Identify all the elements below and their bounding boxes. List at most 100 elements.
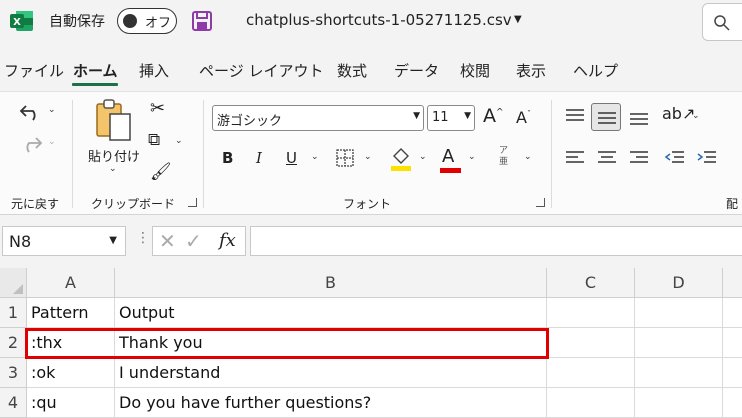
- tab-review[interactable]: 校閲: [460, 60, 490, 81]
- align-right-icon[interactable]: [628, 149, 650, 167]
- undo-group-label: 元に戻す: [11, 197, 60, 211]
- font-color-dropdown-icon[interactable]: ⌄: [468, 152, 476, 162]
- phonetic-guide-icon[interactable]: ア亜: [499, 146, 508, 168]
- row-header-3[interactable]: 3: [0, 358, 27, 388]
- underline-button[interactable]: U: [286, 149, 297, 167]
- borders-icon[interactable]: [335, 148, 355, 168]
- borders-dropdown-icon[interactable]: ⌄: [364, 152, 372, 162]
- formula-buttons: ✕ ✓ fx: [152, 226, 246, 256]
- fill-color-dropdown-icon[interactable]: ⌄: [419, 152, 427, 162]
- tab-view[interactable]: 表示: [516, 60, 546, 81]
- align-bottom-icon[interactable]: [628, 109, 650, 127]
- cancel-icon[interactable]: ✕: [159, 229, 176, 253]
- cell-c4[interactable]: [547, 388, 635, 418]
- phonetic-dropdown-icon[interactable]: ⌄: [524, 152, 532, 162]
- column-header-b[interactable]: B: [115, 268, 547, 298]
- cell-e2[interactable]: [723, 328, 742, 358]
- insert-function-button[interactable]: fx: [219, 230, 236, 251]
- font-launcher-icon[interactable]: [536, 198, 545, 207]
- save-icon[interactable]: [191, 10, 213, 32]
- tab-file[interactable]: ファイル: [4, 60, 64, 81]
- cell-c1[interactable]: [547, 298, 635, 328]
- more-options-icon[interactable]: ⋮: [136, 230, 150, 246]
- column-header-c[interactable]: C: [547, 268, 635, 298]
- column-header-e[interactable]: [723, 268, 742, 298]
- orientation-icon[interactable]: ab↗: [662, 104, 695, 123]
- chevron-down-icon[interactable]: ▼: [464, 111, 471, 121]
- font-size-combo[interactable]: 11 ▼: [427, 105, 475, 131]
- cell-b3[interactable]: I understand: [115, 358, 547, 388]
- formula-input[interactable]: [250, 226, 742, 256]
- copy-icon[interactable]: ⧉: [148, 130, 160, 150]
- select-all-button[interactable]: [0, 268, 27, 298]
- undo-icon[interactable]: [18, 100, 44, 122]
- column-header-a[interactable]: A: [27, 268, 115, 298]
- group-divider: [551, 100, 552, 208]
- cell-a1[interactable]: Pattern: [27, 298, 115, 328]
- row-header-2[interactable]: 2: [0, 328, 27, 358]
- paste-label[interactable]: 貼り付け: [88, 146, 140, 165]
- cut-icon[interactable]: ✂: [150, 98, 165, 119]
- increase-indent-icon[interactable]: [696, 149, 718, 167]
- align-center-icon[interactable]: [596, 149, 618, 167]
- toggle-knob: [123, 14, 137, 28]
- increase-font-size-icon[interactable]: A^: [483, 105, 504, 127]
- row-header-1[interactable]: 1: [0, 298, 27, 328]
- enter-icon[interactable]: ✓: [185, 229, 202, 253]
- tab-data[interactable]: データ: [394, 60, 439, 81]
- redo-icon[interactable]: [18, 132, 44, 154]
- row-2-highlight-box: [25, 328, 549, 359]
- bold-button[interactable]: B: [222, 149, 233, 167]
- decrease-indent-icon[interactable]: [664, 149, 686, 167]
- fill-color-icon[interactable]: [390, 146, 412, 172]
- font-size-value: 11: [432, 110, 449, 125]
- undo-dropdown-icon[interactable]: ⌄: [48, 105, 56, 115]
- chevron-down-icon[interactable]: ▼: [109, 235, 117, 246]
- tab-help[interactable]: ヘルプ: [573, 60, 618, 81]
- autosave-state: オフ: [145, 16, 172, 31]
- name-box[interactable]: N8 ▼: [2, 226, 126, 256]
- font-name-value: 游ゴシック: [217, 114, 283, 129]
- cell-e3[interactable]: [723, 358, 742, 388]
- cell-b4[interactable]: Do you have further questions?: [115, 388, 547, 418]
- format-painter-icon[interactable]: 🖌: [150, 162, 172, 182]
- chevron-down-icon[interactable]: ▼: [514, 14, 522, 25]
- search-box[interactable]: [702, 3, 742, 41]
- decrease-font-size-icon[interactable]: Aˇ: [516, 108, 531, 127]
- cell-d2[interactable]: [635, 328, 723, 358]
- paste-icon[interactable]: [94, 98, 134, 142]
- align-top-icon[interactable]: [564, 107, 586, 125]
- autosave-toggle[interactable]: オフ: [117, 8, 177, 34]
- paste-dropdown-icon[interactable]: ⌄: [109, 164, 117, 174]
- svg-text:X: X: [13, 17, 21, 28]
- font-name-combo[interactable]: 游ゴシック ▼: [212, 105, 424, 131]
- orientation-dropdown-icon[interactable]: ⌄: [692, 111, 700, 121]
- cell-c3[interactable]: [547, 358, 635, 388]
- tab-insert[interactable]: 挿入: [139, 60, 169, 81]
- cell-e1[interactable]: [723, 298, 742, 328]
- cell-a3[interactable]: :ok: [27, 358, 115, 388]
- chevron-down-icon[interactable]: ▼: [413, 111, 420, 121]
- underline-dropdown-icon[interactable]: ⌄: [311, 152, 319, 162]
- cell-d1[interactable]: [635, 298, 723, 328]
- align-left-icon[interactable]: [564, 149, 586, 167]
- align-middle-button[interactable]: [591, 103, 621, 131]
- font-color-button[interactable]: A: [442, 146, 454, 167]
- cell-b1[interactable]: Output: [115, 298, 547, 328]
- redo-dropdown-icon[interactable]: ⌄: [48, 137, 56, 147]
- column-header-d[interactable]: D: [635, 268, 723, 298]
- cell-d3[interactable]: [635, 358, 723, 388]
- cell-e4[interactable]: [723, 388, 742, 418]
- file-name[interactable]: chatplus-shortcuts-1-05271125.csv: [246, 11, 512, 29]
- italic-button[interactable]: I: [256, 149, 262, 167]
- cell-d4[interactable]: [635, 388, 723, 418]
- copy-dropdown-icon[interactable]: ⌄: [175, 136, 183, 146]
- align-middle-icon: [598, 112, 616, 124]
- cell-c2[interactable]: [547, 328, 635, 358]
- clipboard-launcher-icon[interactable]: [188, 198, 197, 207]
- tab-home[interactable]: ホーム: [73, 60, 118, 81]
- cell-a4[interactable]: :qu: [27, 388, 115, 418]
- tab-page-layout[interactable]: ページ レイアウト: [199, 60, 323, 81]
- tab-formulas[interactable]: 数式: [337, 60, 367, 81]
- row-header-4[interactable]: 4: [0, 388, 27, 418]
